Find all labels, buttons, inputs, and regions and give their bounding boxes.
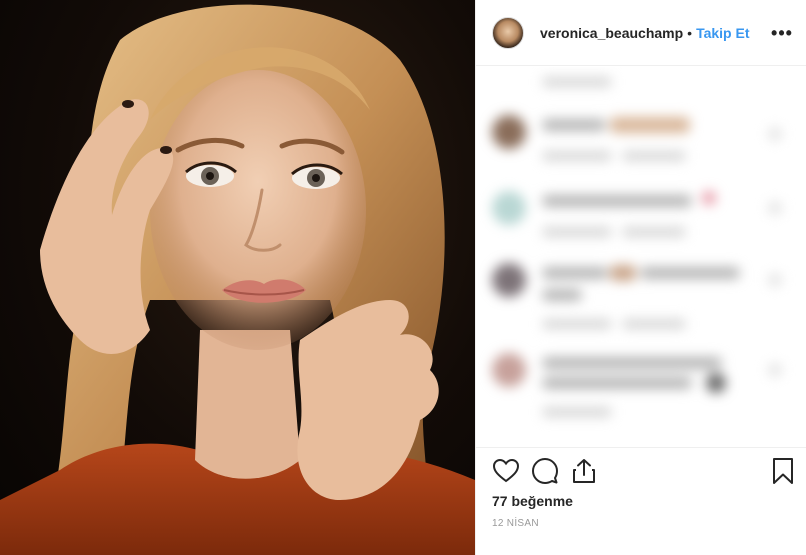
- heart-outline-icon[interactable]: [492, 457, 520, 485]
- user-avatar[interactable]: [492, 16, 524, 49]
- likes-count[interactable]: 77 beğenme: [492, 493, 573, 509]
- more-dots-icon[interactable]: •••: [771, 22, 793, 44]
- post-actions: 77 beğenme 12 NİSAN: [476, 447, 806, 555]
- comments-list: [476, 67, 806, 447]
- speech-bubble-icon[interactable]: [531, 457, 559, 485]
- portrait-illustration: [0, 4, 475, 555]
- post-date[interactable]: 12 NİSAN: [492, 518, 539, 529]
- instagram-post: veronica_beauchamp • Takip Et ••• 77 beğ…: [0, 0, 806, 555]
- username-link[interactable]: veronica_beauchamp: [540, 25, 683, 41]
- share-arrow-icon[interactable]: [570, 457, 598, 485]
- post-header: veronica_beauchamp • Takip Et •••: [476, 0, 806, 66]
- bookmark-icon[interactable]: [769, 457, 797, 485]
- follow-button[interactable]: Takip Et: [696, 25, 749, 41]
- post-photo[interactable]: [0, 0, 475, 555]
- separator-dot: •: [687, 24, 693, 41]
- post-side-panel: veronica_beauchamp • Takip Et ••• 77 beğ…: [475, 0, 806, 555]
